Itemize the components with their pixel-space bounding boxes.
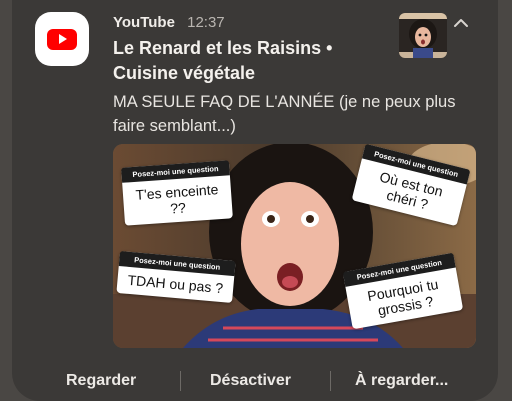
watch-later-button[interactable]: À regarder... <box>355 366 448 396</box>
app-name: YouTube <box>113 14 175 31</box>
action-divider <box>330 371 331 391</box>
video-thumbnail-large[interactable]: Posez-moi une question T'es enceinte ?? … <box>113 144 476 348</box>
action-divider <box>180 371 181 391</box>
notification-actions: Regarder Désactiver À regarder... <box>0 366 512 396</box>
watch-button[interactable]: Regarder <box>66 366 136 396</box>
disable-button[interactable]: Désactiver <box>210 366 291 396</box>
notification-description: MA SEULE FAQ DE L'ANNÉE (je ne peux plus… <box>113 93 456 135</box>
notification-meta: YouTube 12:37 <box>113 14 225 31</box>
youtube-icon <box>47 28 77 50</box>
question-sticker: Posez-moi une question T'es enceinte ?? <box>121 160 233 226</box>
small-thumbnail-image <box>399 13 447 58</box>
sticker-question: T'es enceinte ?? <box>135 181 219 217</box>
video-thumbnail-small[interactable] <box>399 13 447 58</box>
notification-title: Le Renard et les Raisins • Cuisine végét… <box>113 38 333 83</box>
chevron-up-icon[interactable] <box>452 14 470 32</box>
youtube-app-icon <box>35 12 89 66</box>
timestamp: 12:37 <box>187 14 225 31</box>
